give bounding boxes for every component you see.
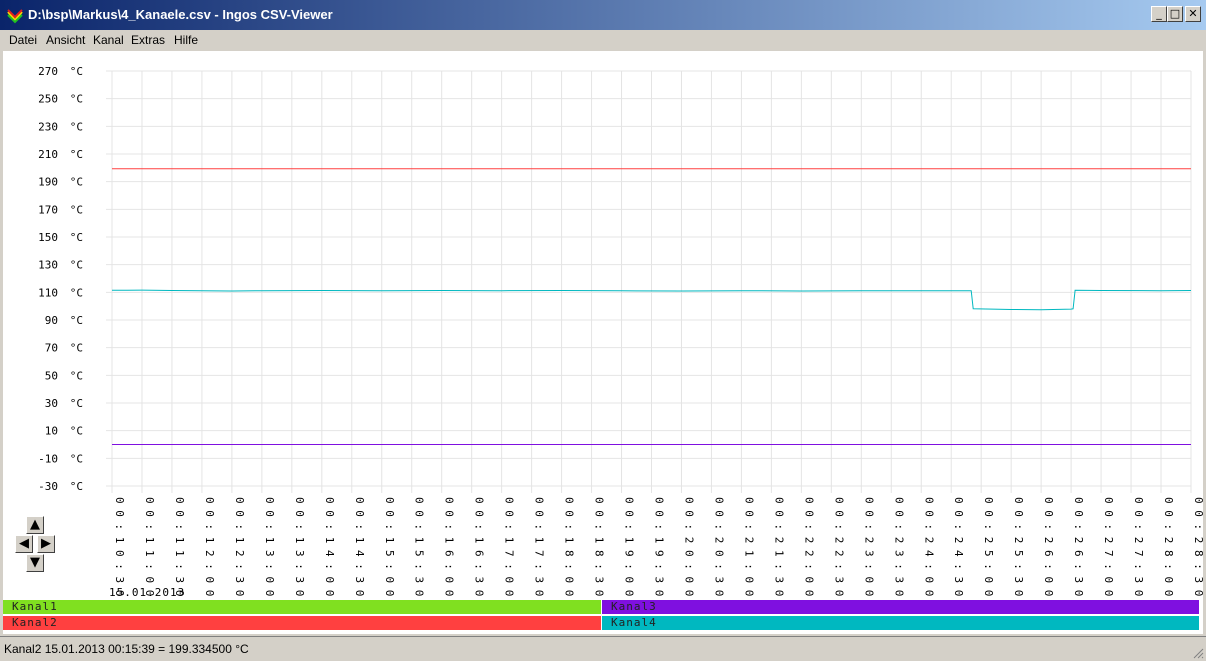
y-tick-unit: °C	[70, 65, 83, 78]
x-tick-label: 0 0 : 2 6 : 0 0	[1042, 497, 1055, 596]
x-tick-label: 0 0 : 2 5 : 3 0	[1012, 497, 1025, 596]
y-tick-label: 210	[38, 148, 58, 161]
x-tick-label: 0 0 : 1 1 : 3 0	[173, 497, 186, 596]
y-tick-unit: °C	[70, 203, 83, 216]
scroll-down-icon[interactable]: ▼	[26, 554, 44, 572]
minimize-button[interactable]: _	[1151, 6, 1167, 22]
y-tick-label: -30	[38, 480, 58, 493]
navigation-pad: ▲ ◀ ▶ ▼	[15, 516, 55, 576]
x-tick-label: 0 0 : 1 6 : 3 0	[473, 497, 486, 596]
line-chart[interactable]: 270 °C 250 °C 230 °C 210 °C 190 °C 170 °C 150 °C 130 °C…	[3, 51, 1203, 596]
menu-hilfe[interactable]: Hilfe	[174, 33, 198, 47]
x-tick-label: 0 0 : 2 3 : 0 0	[862, 497, 875, 596]
x-tick-label: 0 0 : 1 5 : 3 0	[413, 497, 426, 596]
x-tick-label: 0 0 : 2 4 : 3 0	[952, 497, 965, 596]
y-tick-unit: °C	[70, 452, 83, 465]
x-tick-label: 0 0 : 1 3 : 0 0	[263, 497, 276, 596]
x-tick-label: 0 0 : 1 3 : 3 0	[293, 497, 306, 596]
x-tick-label: 0 0 : 1 4 : 0 0	[323, 497, 336, 596]
resize-grip-icon[interactable]	[1192, 647, 1204, 659]
y-tick-label: 230	[38, 120, 58, 133]
x-tick-label: 0 0 : 1 0 : 3 0	[113, 497, 126, 596]
y-tick-label: 90	[45, 314, 58, 327]
x-tick-label: 0 0 : 1 2 : 0 0	[203, 497, 216, 596]
y-tick-label: 10	[45, 425, 58, 438]
app-icon	[7, 9, 23, 24]
x-tick-label: 0 0 : 2 4 : 0 0	[922, 497, 935, 596]
x-tick-label: 0 0 : 2 2 : 3 0	[832, 497, 845, 596]
scroll-right-icon[interactable]: ▶	[37, 535, 55, 553]
y-tick-unit: °C	[70, 369, 83, 382]
y-tick-unit: °C	[70, 286, 83, 299]
y-tick-label: 190	[38, 176, 58, 189]
legend-kanal1[interactable]: Kanal1	[3, 600, 601, 614]
menu-kanal[interactable]: Kanal	[93, 33, 124, 47]
y-tick-unit: °C	[70, 480, 83, 493]
menu-extras[interactable]: Extras	[131, 33, 165, 47]
x-tick-label: 0 0 : 1 4 : 3 0	[353, 497, 366, 596]
menu-ansicht[interactable]: Ansicht	[46, 33, 85, 47]
x-tick-label: 0 0 : 2 5 : 0 0	[982, 497, 995, 596]
y-tick-label: 130	[38, 259, 58, 272]
legend-kanal3[interactable]: Kanal3	[602, 600, 1199, 614]
window-title: D:\bsp\Markus\4_Kanaele.csv - Ingos CSV-…	[28, 7, 333, 22]
status-bar: Kanal2 15.01.2013 00:15:39 = 199.334500 …	[0, 636, 1206, 661]
maximize-button[interactable]: □	[1167, 6, 1183, 22]
y-tick-unit: °C	[70, 176, 83, 189]
menu-datei[interactable]: Datei	[9, 33, 37, 47]
y-tick-label: 270	[38, 65, 58, 78]
x-tick-label: 0 0 : 1 9 : 0 0	[623, 497, 636, 596]
scroll-up-icon[interactable]: ▲	[26, 516, 44, 534]
y-tick-label: 110	[38, 286, 58, 299]
status-text: Kanal2 15.01.2013 00:15:39 = 199.334500 …	[4, 642, 249, 656]
y-tick-label: 150	[38, 231, 58, 244]
y-tick-unit: °C	[70, 231, 83, 244]
y-tick-label: 250	[38, 93, 58, 106]
x-tick-label: 0 0 : 2 0 : 0 0	[682, 497, 695, 596]
x-tick-label: 0 0 : 2 3 : 3 0	[892, 497, 905, 596]
x-tick-label: 0 0 : 2 7 : 3 0	[1132, 497, 1145, 596]
x-tick-label: 0 0 : 1 9 : 3 0	[653, 497, 666, 596]
date-label: 15.01.2013	[109, 586, 186, 599]
y-tick-unit: °C	[70, 120, 83, 133]
y-tick-unit: °C	[70, 425, 83, 438]
legend-kanal2[interactable]: Kanal2	[3, 616, 601, 630]
x-tick-label: 0 0 : 2 0 : 3 0	[712, 497, 725, 596]
x-tick-label: 0 0 : 2 8 : 3 0	[1192, 497, 1203, 596]
x-tick-label: 0 0 : 1 7 : 0 0	[503, 497, 516, 596]
x-tick-label: 0 0 : 2 7 : 0 0	[1102, 497, 1115, 596]
scroll-left-icon[interactable]: ◀	[15, 535, 33, 553]
x-tick-label: 0 0 : 1 8 : 3 0	[593, 497, 606, 596]
x-tick-label: 0 0 : 1 7 : 3 0	[533, 497, 546, 596]
y-tick-unit: °C	[70, 397, 83, 410]
y-tick-unit: °C	[70, 93, 83, 106]
x-tick-label: 0 0 : 2 1 : 3 0	[772, 497, 785, 596]
y-tick-unit: °C	[70, 259, 83, 272]
y-tick-label: 70	[45, 342, 58, 355]
x-tick-label: 0 0 : 2 2 : 0 0	[802, 497, 815, 596]
x-tick-label: 0 0 : 1 6 : 0 0	[443, 497, 456, 596]
x-tick-label: 0 0 : 1 2 : 3 0	[233, 497, 246, 596]
y-tick-label: 50	[45, 369, 58, 382]
x-tick-label: 0 0 : 1 5 : 0 0	[383, 497, 396, 596]
x-tick-label: 0 0 : 1 8 : 0 0	[563, 497, 576, 596]
x-tick-label: 0 0 : 2 8 : 0 0	[1162, 497, 1175, 596]
y-tick-label: 30	[45, 397, 58, 410]
y-tick-label: 170	[38, 203, 58, 216]
y-tick-label: -10	[38, 452, 58, 465]
x-tick-label: 0 0 : 1 1 : 0 0	[143, 497, 156, 596]
legend-kanal4[interactable]: Kanal4	[602, 616, 1199, 630]
menu-bar: Datei Ansicht Kanal Extras Hilfe	[0, 30, 1206, 50]
x-tick-label: 0 0 : 2 1 : 0 0	[742, 497, 755, 596]
chart-area[interactable]: 270 °C 250 °C 230 °C 210 °C 190 °C 170 °C 150 °C 130 °C…	[3, 51, 1203, 634]
y-tick-unit: °C	[70, 148, 83, 161]
title-bar: D:\bsp\Markus\4_Kanaele.csv - Ingos CSV-…	[0, 0, 1206, 30]
close-button[interactable]: ✕	[1185, 6, 1201, 22]
x-tick-label: 0 0 : 2 6 : 3 0	[1072, 497, 1085, 596]
y-tick-unit: °C	[70, 342, 83, 355]
y-tick-unit: °C	[70, 314, 83, 327]
